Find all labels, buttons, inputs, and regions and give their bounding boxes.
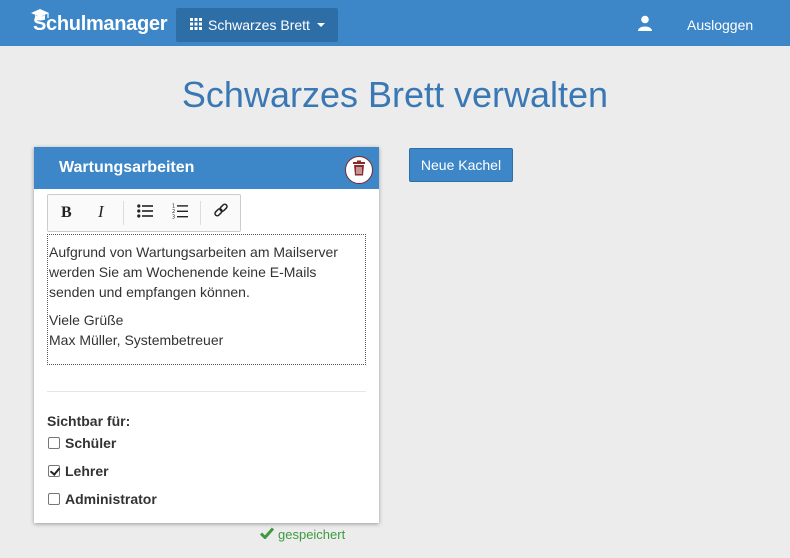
user-icon[interactable] [637, 15, 653, 36]
toolbar-separator [200, 201, 201, 225]
bold-icon: B [61, 204, 73, 223]
content-greeting: Viele Grüße [49, 312, 124, 328]
italic-button[interactable]: I [86, 195, 120, 231]
numbered-list-icon: 1 2 3 [172, 203, 188, 224]
lehrer-label: Lehrer [65, 463, 109, 479]
link-icon [213, 202, 229, 224]
trash-icon [352, 160, 366, 181]
grid-icon [190, 17, 202, 33]
visibility-option-administrator[interactable]: Administrator [48, 490, 157, 508]
italic-icon: I [97, 202, 109, 223]
dropdown-label: Schwarzes Brett [208, 17, 310, 33]
caret-down-icon [316, 23, 325, 27]
schueler-checkbox[interactable] [48, 437, 60, 449]
schueler-label: Schüler [65, 435, 117, 451]
save-status: gespeichert [259, 527, 346, 542]
saved-label: gespeichert [278, 527, 346, 542]
top-navbar: Schulmanager Schwarzes Brett Ausloggen [0, 0, 790, 46]
svg-text:3: 3 [172, 214, 175, 219]
visibility-option-schueler[interactable]: Schüler [48, 434, 116, 452]
svg-text:I: I [97, 204, 105, 218]
content-paragraph: Aufgrund von Wartungsarbeiten am Mailser… [49, 244, 338, 300]
lehrer-checkbox[interactable] [48, 465, 60, 477]
administrator-checkbox[interactable] [48, 493, 60, 505]
schwarzes-brett-dropdown[interactable]: Schwarzes Brett [176, 8, 338, 42]
bullet-list-icon [137, 203, 153, 223]
toolbar-separator [123, 201, 124, 225]
tile-content-editor[interactable]: Aufgrund von Wartungsarbeiten am Mailser… [47, 234, 366, 365]
tile-header: Wartungsarbeiten [34, 147, 379, 189]
section-divider [47, 391, 366, 392]
editor-toolbar: B I 1 2 3 [47, 194, 241, 232]
graduation-cap-icon [30, 7, 50, 30]
page-title: Schwarzes Brett verwalten [181, 74, 609, 115]
tile-title[interactable]: Wartungsarbeiten [59, 159, 194, 177]
svg-text:B: B [61, 204, 72, 218]
visibility-option-lehrer[interactable]: Lehrer [48, 462, 109, 480]
bulletin-tile-card: Wartungsarbeiten B I 1 2 3 Aufgrund von … [34, 147, 379, 523]
new-tile-button[interactable]: Neue Kachel [409, 148, 513, 182]
checkmark-icon [259, 527, 275, 542]
visibility-label: Sichtbar für: [47, 413, 131, 429]
numbered-list-button[interactable]: 1 2 3 [163, 195, 197, 231]
bullet-list-button[interactable] [128, 195, 162, 231]
logout-link[interactable]: Ausloggen [687, 17, 753, 33]
content-signature: Max Müller, Systembetreuer [49, 332, 224, 348]
brand-logo[interactable]: Schulmanager [30, 7, 168, 39]
link-button[interactable] [204, 195, 238, 231]
delete-tile-button[interactable] [345, 156, 373, 184]
bold-button[interactable]: B [50, 195, 84, 231]
brand-name: Schulmanager [33, 12, 168, 35]
administrator-label: Administrator [65, 491, 157, 507]
